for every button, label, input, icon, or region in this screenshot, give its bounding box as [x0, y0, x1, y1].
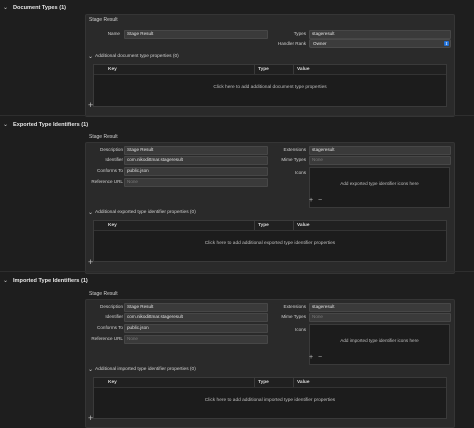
imported-types-section-title: Imported Type Identifiers (1): [13, 278, 88, 284]
imported-icons-message: Add imported type identifier icons here: [340, 338, 419, 343]
add-imported-icon-button[interactable]: +: [309, 354, 313, 361]
exported-icons-label: Icons: [295, 170, 306, 175]
imported-table-header: [94, 378, 446, 388]
imported-col-value[interactable]: Value: [297, 380, 310, 385]
document-type-panel-title: Stage Result: [89, 17, 118, 23]
imported-properties-table[interactable]: Key Type Value Click here to add additio…: [93, 377, 447, 419]
exported-mime-types-field[interactable]: None: [309, 156, 451, 165]
section-divider: [0, 271, 474, 272]
exported-identifier-label: Identifier: [105, 157, 123, 162]
doc-table-header: [94, 65, 446, 75]
exported-col-type[interactable]: Type: [258, 223, 269, 228]
doc-additional-disclosure-icon[interactable]: ⌄: [88, 53, 93, 60]
exported-extensions-field[interactable]: stageresult: [309, 146, 451, 155]
imported-conforms-field[interactable]: public.json: [124, 324, 268, 333]
exported-col-key[interactable]: Key: [108, 223, 117, 228]
imported-types-disclosure-icon[interactable]: ⌄: [3, 277, 8, 284]
imported-mime-types-field[interactable]: None: [309, 313, 451, 322]
exported-col-divider: [254, 221, 255, 230]
imported-identifier-field[interactable]: com.nikodittmar.stageresult: [124, 313, 268, 322]
imported-col-divider: [254, 378, 255, 387]
types-label: Types: [293, 31, 306, 36]
section-divider: [0, 115, 474, 116]
exported-extensions-label: Extensions: [283, 147, 306, 152]
add-document-type-button[interactable]: +: [88, 101, 93, 110]
imported-reference-url-field[interactable]: None: [124, 335, 268, 344]
exported-properties-table[interactable]: Key Type Value Click here to add additio…: [93, 220, 447, 262]
exported-icons-message: Add exported type identifier icons here: [340, 181, 419, 186]
imported-extensions-field[interactable]: stageresult: [309, 303, 451, 312]
doc-table-empty-message[interactable]: Click here to add additional document ty…: [94, 85, 446, 90]
exported-types-disclosure-icon[interactable]: ⌄: [3, 121, 8, 128]
imported-col-type[interactable]: Type: [258, 380, 269, 385]
exported-reference-url-field[interactable]: None: [124, 178, 268, 187]
imported-col-key[interactable]: Key: [108, 380, 117, 385]
exported-additional-properties-title: Additional exported type identifier prop…: [95, 210, 196, 215]
types-field[interactable]: stageresult: [309, 30, 451, 39]
name-field[interactable]: Stage Result: [124, 30, 268, 39]
doc-col-divider: [293, 65, 294, 74]
exported-mime-types-label: Mime Types: [281, 157, 306, 162]
exported-conforms-field[interactable]: public.json: [124, 167, 268, 176]
imported-additional-disclosure-icon[interactable]: ⌄: [88, 366, 93, 373]
doc-col-type[interactable]: Type: [258, 67, 269, 72]
handler-rank-value: Owner: [313, 41, 327, 46]
exported-col-value[interactable]: Value: [297, 223, 310, 228]
exported-types-section-title: Exported Type Identifiers (1): [13, 122, 89, 128]
doc-col-value[interactable]: Value: [297, 67, 310, 72]
exported-additional-disclosure-icon[interactable]: ⌄: [88, 209, 93, 216]
imported-identifier-label: Identifier: [105, 314, 123, 319]
name-label: Name: [107, 31, 120, 36]
doc-additional-properties-title: Additional document type properties (0): [95, 54, 179, 59]
imported-col-divider: [293, 378, 294, 387]
imported-mime-types-label: Mime Types: [281, 314, 306, 319]
handler-rank-select[interactable]: Owner ⇕: [309, 39, 451, 48]
exported-table-header: [94, 221, 446, 231]
remove-exported-icon-button[interactable]: −: [318, 197, 322, 204]
imported-conforms-label: Conforms To: [97, 325, 123, 330]
doc-properties-table[interactable]: Key Type Value Click here to add additio…: [93, 64, 447, 107]
exported-table-empty-message[interactable]: Click here to add additional exported ty…: [94, 241, 446, 246]
imported-reference-url-label: Reference URL: [91, 336, 123, 341]
add-imported-type-button[interactable]: +: [88, 414, 93, 423]
exported-description-field[interactable]: Stage Result: [124, 146, 268, 155]
exported-identifier-field[interactable]: com.nikodittmar.stageresult: [124, 156, 268, 165]
exported-reference-url-label: Reference URL: [91, 179, 123, 184]
imported-panel-title: Stage Result: [89, 291, 118, 297]
add-exported-type-button[interactable]: +: [88, 258, 93, 267]
exported-icons-dropzone[interactable]: Add exported type identifier icons here: [309, 167, 450, 208]
imported-icons-label: Icons: [295, 327, 306, 332]
doc-col-key[interactable]: Key: [108, 67, 117, 72]
handler-rank-label: Handler Rank: [277, 41, 306, 46]
doc-col-divider: [254, 65, 255, 74]
remove-imported-icon-button[interactable]: −: [318, 354, 322, 361]
up-down-arrows-icon: ⇕: [444, 41, 449, 46]
add-exported-icon-button[interactable]: +: [309, 197, 313, 204]
exported-col-divider: [293, 221, 294, 230]
imported-additional-properties-title: Additional imported type identifier prop…: [95, 367, 196, 372]
document-types-disclosure-icon[interactable]: ⌄: [3, 4, 8, 11]
imported-icons-dropzone[interactable]: Add imported type identifier icons here: [309, 324, 450, 365]
document-types-section-title: Document Types (1): [13, 5, 67, 11]
exported-panel-title: Stage Result: [89, 134, 118, 140]
exported-conforms-label: Conforms To: [97, 168, 123, 173]
imported-description-label: Description: [100, 304, 123, 309]
imported-extensions-label: Extensions: [283, 304, 306, 309]
imported-table-empty-message[interactable]: Click here to add additional imported ty…: [94, 398, 446, 403]
exported-description-label: Description: [100, 147, 123, 152]
imported-description-field[interactable]: Stage Result: [124, 303, 268, 312]
